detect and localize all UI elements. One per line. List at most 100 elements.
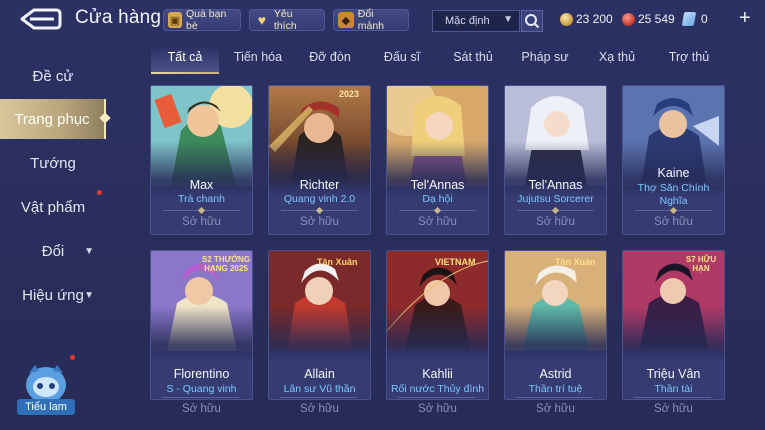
sidebar-item-heroes[interactable]: Tướng (0, 143, 106, 183)
skin-name: Jujutsu Sorcerer (517, 193, 594, 205)
sidebar-item-label: Trang phục (14, 110, 90, 128)
chevron-down-icon: ▼ (503, 14, 513, 25)
active-indicator-icon (99, 112, 111, 124)
category-tabs: Tất cả Tiến hóa Đỡ đòn Đấu sĩ Sát thủ Ph… (148, 46, 738, 74)
sidebar-item-label: Tướng (30, 154, 76, 172)
owned-status: Sở hữu (300, 216, 339, 228)
sort-select[interactable]: Mặc định ▼ (432, 10, 520, 32)
skin-badge: Tân Xuân (317, 257, 358, 267)
sort-value: Mặc định (445, 15, 490, 27)
card-divider (516, 397, 593, 398)
card-divider (398, 397, 475, 398)
skin-card[interactable]: Tel'Annas Jujutsu Sorcerer Sở hữu (504, 85, 607, 235)
sidebar-item-label: Hiệu ứng (22, 286, 84, 304)
hero-name: Richter (299, 178, 340, 192)
hero-name: Kaine (657, 166, 690, 180)
artwork-shade (505, 306, 606, 361)
skin-name: Thợ Săn Chính Nghĩa (637, 182, 710, 207)
artwork-shade (269, 306, 370, 361)
skin-card[interactable]: Tân Xuân Allain Lân sư Vũ thần (268, 250, 371, 400)
skin-card[interactable]: Max Trà chanh Sở hữu (150, 85, 253, 235)
skin-card[interactable]: Tân Xuân Astrid Thần trí tuệ (504, 250, 607, 400)
assistant-notification-dot (70, 355, 75, 360)
hero-name: Tel'Annas (528, 178, 583, 192)
card-divider (162, 397, 239, 398)
skin-card[interactable]: 2023 Richter Quang vinh 2.0 Sở hữu (268, 85, 371, 235)
card-divider (635, 206, 712, 215)
skin-name: Quang vinh 2.0 (283, 193, 356, 205)
owned-status: Sở hữu (536, 216, 575, 228)
gift-icon: ▣ (168, 12, 182, 28)
skin-card[interactable]: VIETNAM Kahlii Rối nước Thủy đình (386, 250, 489, 400)
notification-dot (97, 190, 102, 195)
owned-status: Sở hữu (654, 403, 693, 415)
card-divider (634, 397, 711, 398)
skin-badge: S7 HỮU HẠN (685, 255, 717, 273)
shard-icon: ◆ (338, 12, 354, 28)
exchange-shards-label: Đổi mảnh (357, 8, 385, 32)
sidebar-item-skins[interactable]: Trang phục (0, 99, 111, 139)
voucher-balance: 0 (681, 10, 708, 28)
chevron-down-icon: ▼ (84, 289, 94, 301)
page-title: Cửa hàng (75, 7, 162, 28)
row2-footer: Sở hữu Sở hữu Sở hữu Sở hữu Sở hữu (150, 395, 740, 430)
chevron-down-icon: ▼ (84, 245, 94, 257)
hero-name: Tel'Annas (410, 178, 465, 192)
skin-card[interactable]: S2 THƯỞNG HẠNG 2025 Florentino S - Quang… (150, 250, 253, 400)
hero-name: Astrid (539, 367, 572, 381)
back-arrow-icon[interactable] (16, 6, 62, 32)
sidebar-item-label: Đổi (41, 242, 65, 260)
exchange-shards-button[interactable]: ◆ Đổi mảnh (333, 8, 409, 32)
tab-all[interactable]: Tất cả (168, 50, 203, 64)
sidebar-item-effects[interactable]: Hiệu ứng ▼ (0, 275, 106, 315)
sidebar-item-recommended[interactable]: Đề cử (0, 56, 106, 96)
favorite-button[interactable]: ♥ Yêu thích (249, 8, 325, 32)
sidebar-item-label: Đề cử (32, 67, 74, 85)
skin-badge: 2023 (339, 89, 360, 99)
search-button[interactable] (521, 10, 543, 32)
owned-status: Sở hữu (654, 216, 693, 228)
tab-marksman[interactable]: Xạ thủ (599, 50, 635, 64)
gold-coin-icon (560, 12, 573, 26)
assistant-label[interactable]: Tiểu lam (17, 399, 75, 415)
owned-status: Sở hữu (536, 403, 575, 415)
card-divider (517, 206, 594, 215)
hero-name: Max (189, 178, 214, 192)
plus-icon[interactable]: + (739, 8, 751, 28)
sidebar-item-label: Vật phẩm (20, 198, 86, 216)
ruby-amount: 25 549 (638, 12, 675, 26)
owned-status: Sở hữu (418, 403, 457, 415)
sidebar-item-exchange[interactable]: Đổi ▼ (0, 231, 106, 271)
hero-name: Allain (304, 367, 335, 381)
artwork-shade (387, 306, 488, 361)
gold-amount: 23 200 (576, 12, 613, 26)
active-tab-underline (151, 72, 219, 74)
tab-evolution[interactable]: Tiến hóa (234, 50, 282, 64)
hero-name: Florentino (173, 367, 230, 381)
skin-card[interactable]: Kaine Thợ Săn Chính Nghĩa Sở hữu (622, 85, 725, 235)
heart-icon: ♥ (257, 12, 267, 28)
sidebar-item-items[interactable]: Vật phẩm (0, 187, 106, 227)
skin-card[interactable]: S7 HỮU HẠN Triệu Vân Thần tài (622, 250, 725, 400)
owned-status: Sở hữu (182, 216, 221, 228)
tab-fighter[interactable]: Đấu sĩ (384, 50, 420, 64)
friend-gift-button[interactable]: ▣ Quà bạn bè (163, 8, 241, 32)
tab-assassin[interactable]: Sát thủ (453, 50, 493, 64)
skin-card[interactable]: Tel'Annas Dạ hội Sở hữu (386, 85, 489, 235)
tab-support[interactable]: Trợ thủ (669, 50, 709, 64)
search-icon (525, 14, 540, 29)
ruby-balance: 25 549 (622, 10, 675, 28)
owned-status: Sở hữu (182, 403, 221, 415)
ruby-icon (622, 12, 635, 26)
owned-status: Sở hữu (418, 216, 457, 228)
skin-badge: VIETNAM (435, 257, 476, 267)
friend-gift-label: Quà bạn bè (186, 8, 227, 32)
artwork-shade (623, 306, 724, 361)
gold-balance: 23 200 (560, 10, 613, 28)
tab-tank[interactable]: Đỡ đòn (309, 50, 351, 64)
favorite-label: Yêu thích (273, 8, 297, 32)
card-divider (281, 206, 358, 215)
tab-mage[interactable]: Pháp sư (521, 50, 568, 64)
skin-badge: Tân Xuân (555, 257, 596, 267)
hero-name: Kahlii (422, 367, 453, 381)
